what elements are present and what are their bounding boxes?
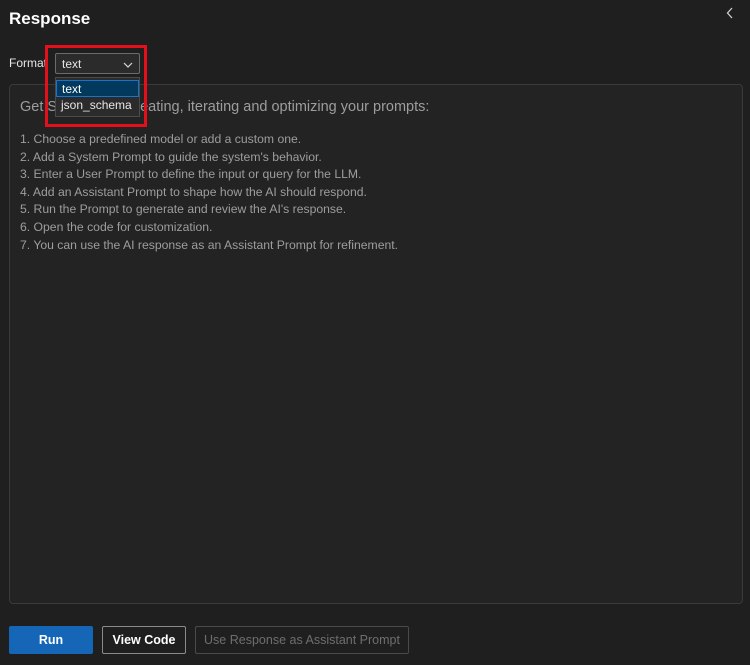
collapse-button[interactable] <box>722 6 738 24</box>
step-item: 4. Add an Assistant Prompt to shape how … <box>20 184 367 199</box>
step-item: 2. Add a System Prompt to guide the syst… <box>20 149 322 164</box>
format-dropdown-menu: text json_schema <box>55 77 140 117</box>
step-item: 7. You can use the AI response as an Ass… <box>20 237 399 252</box>
format-select[interactable]: text <box>55 53 140 74</box>
format-option-json-schema[interactable]: json_schema <box>56 97 139 114</box>
chevron-down-icon <box>123 55 133 73</box>
footer-actions: Run View Code Use Response as Assistant … <box>9 626 409 654</box>
step-item: 6. Open the code for customization. <box>20 219 213 234</box>
response-panel: Response Format text text json_schema Ge… <box>0 0 750 665</box>
panel-title: Response <box>9 9 91 28</box>
format-label: Format <box>9 56 48 70</box>
step-item: 3. Enter a User Prompt to define the inp… <box>20 167 362 182</box>
step-item: 1. Choose a predefined model or add a cu… <box>20 132 302 146</box>
chevron-left-icon <box>726 6 734 24</box>
format-option-text[interactable]: text <box>56 80 139 97</box>
run-button[interactable]: Run <box>9 626 93 654</box>
use-response-as-assistant-prompt-button[interactable]: Use Response as Assistant Prompt <box>195 626 409 654</box>
response-output-area: Get Started with creating, iterating and… <box>9 84 743 604</box>
format-row: Format <box>9 50 47 76</box>
steps-list: 1. Choose a predefined model or add a cu… <box>20 131 398 254</box>
step-item: 5. Run the Prompt to generate and review… <box>20 202 347 217</box>
format-select-value: text <box>62 56 82 71</box>
view-code-button[interactable]: View Code <box>102 626 186 654</box>
